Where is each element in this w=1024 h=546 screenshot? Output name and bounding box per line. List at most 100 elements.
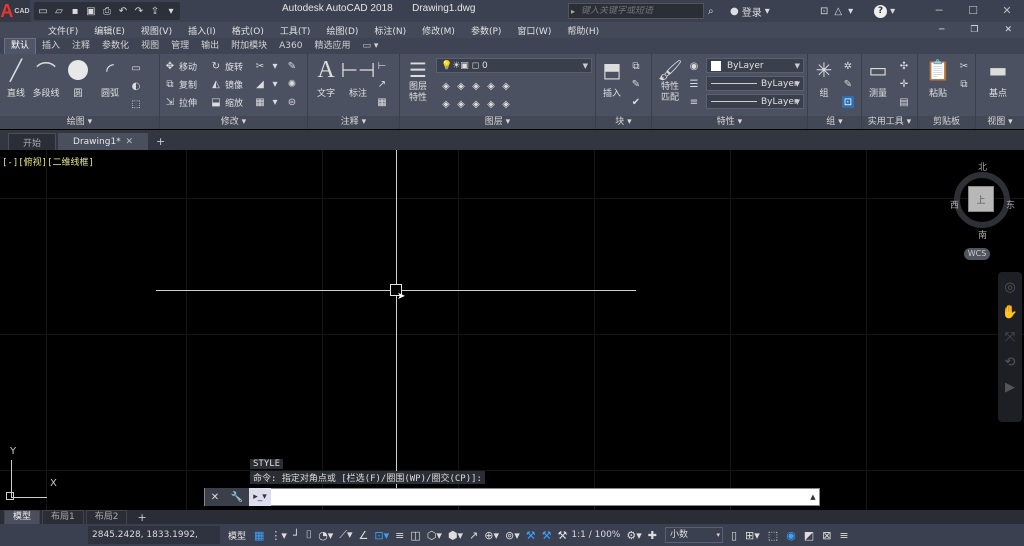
layer-thaw-icon[interactable]: ◈ xyxy=(470,98,482,110)
create-block-tool[interactable]: ⧉ xyxy=(630,58,642,74)
layer-freeze-icon[interactable]: ◈ xyxy=(470,80,482,92)
menu-edit[interactable]: 编辑(E) xyxy=(86,24,133,37)
open-file-icon[interactable]: ▱ xyxy=(54,6,64,17)
rotate-button[interactable]: ↻ 旋转 xyxy=(210,58,243,74)
annotation-scale[interactable]: 1:1 / 100% xyxy=(571,530,620,540)
file-tab-start[interactable]: 开始 xyxy=(8,133,57,150)
file-tab-drawing1[interactable]: Drawing1* ✕ xyxy=(58,133,149,150)
layer-match-icon[interactable]: ◈ xyxy=(500,80,512,92)
doc-restore-icon[interactable]: ❐ xyxy=(962,22,986,38)
panel-groups-title[interactable]: 组 ▾ xyxy=(808,116,861,129)
plot-icon[interactable]: ⎙ xyxy=(102,6,112,17)
save-icon[interactable]: ▪ xyxy=(70,6,80,17)
doc-close-icon[interactable]: ✕ xyxy=(996,22,1020,38)
move-button[interactable]: ✥ 移动 xyxy=(164,58,197,74)
fillet-button[interactable]: ◢ ▾ xyxy=(254,76,281,92)
coordinate-readout[interactable]: 2845.2428, 1833.1992, 0.0000 xyxy=(88,526,220,544)
menu-insert[interactable]: 插入(I) xyxy=(180,24,224,37)
match-properties-button[interactable]: 🖌 特性 匹配 xyxy=(654,58,686,104)
rectangle-tool[interactable]: ▭ xyxy=(130,60,142,76)
undo-icon[interactable]: ↶ xyxy=(118,6,128,17)
group-button[interactable]: ✳ 组 xyxy=(808,58,840,99)
insert-block-button[interactable]: ⬒ 插入 xyxy=(596,58,628,99)
new-file-icon[interactable]: ▭ xyxy=(38,6,48,17)
array-button[interactable]: ▦ ▾ xyxy=(254,94,281,110)
menu-view[interactable]: 视图(V) xyxy=(133,24,180,37)
layer-lock-icon[interactable]: ◈ xyxy=(485,80,497,92)
annotation-scale-icon[interactable]: ⚒ xyxy=(558,529,568,542)
auto-scale-icon[interactable]: ⚒ xyxy=(542,529,552,542)
compass-west[interactable]: 西 xyxy=(950,198,959,211)
annotation-monitor-icon[interactable]: ✚ xyxy=(648,529,657,542)
tab-a360[interactable]: A360 xyxy=(273,39,308,54)
showmotion-icon[interactable]: ▶ xyxy=(1005,380,1015,395)
boundary-tool[interactable]: ⬚ xyxy=(130,96,142,112)
lineweight-dropdown[interactable]: ByLayer ▼ xyxy=(706,94,804,109)
tab-manage[interactable]: 管理 xyxy=(165,39,195,54)
ungroup-tool[interactable]: ✲ xyxy=(842,58,854,74)
tab-addins[interactable]: 附加模块 xyxy=(225,39,273,54)
model-space-button[interactable]: 模型 xyxy=(224,529,250,542)
panel-utilities-title[interactable]: 实用工具 ▾ xyxy=(862,116,917,129)
menu-tools[interactable]: 工具(T) xyxy=(272,24,319,37)
object-snap-tracking-icon[interactable]: ∠ xyxy=(359,529,369,542)
customize-wrench-icon[interactable]: 🔧 xyxy=(231,492,243,503)
clean-screen-icon[interactable]: ◩ xyxy=(804,529,814,542)
menu-window[interactable]: 窗口(W) xyxy=(509,24,559,37)
close-command-line-icon[interactable]: ✕ xyxy=(211,492,219,503)
search-input[interactable] xyxy=(581,6,702,16)
maximize-icon[interactable]: ☐ xyxy=(956,0,990,22)
add-layout-plus-icon[interactable]: + xyxy=(129,511,154,524)
menu-modify[interactable]: 修改(M) xyxy=(414,24,463,37)
arc-button[interactable]: ◜ 圆弧 xyxy=(94,58,126,99)
line-button[interactable]: ╱ 直线 xyxy=(0,58,32,99)
ribbon-toggle-icon[interactable]: ▭ ▾ xyxy=(356,39,384,54)
layer-dropdown[interactable]: 💡☀▣ ◻ 0 ▼ xyxy=(436,58,592,73)
calculator-tool[interactable]: ▤ xyxy=(898,94,910,110)
trim-button[interactable]: ✂ ▾ xyxy=(254,58,281,74)
layer-on-icon[interactable]: ◈ xyxy=(440,98,452,110)
3d-osnap-icon[interactable]: ⬢▾ xyxy=(448,529,463,542)
layout-tab-layout2[interactable]: 布局2 xyxy=(85,509,128,525)
tab-output[interactable]: 输出 xyxy=(195,39,225,54)
zoom-extents-icon[interactable]: ⤧ xyxy=(1005,330,1015,345)
dimension-button[interactable]: ⊢⊣ 标注 xyxy=(341,58,376,99)
menu-parametric[interactable]: 参数(P) xyxy=(463,24,509,37)
group-edit-tool[interactable]: ✎ xyxy=(842,76,854,92)
menu-draw[interactable]: 绘图(D) xyxy=(318,24,366,37)
layer-off-icon[interactable]: ◈ xyxy=(440,80,452,92)
minimize-icon[interactable]: ─ xyxy=(922,0,956,22)
panel-annotation-title[interactable]: 注释 ▾ xyxy=(308,116,399,129)
stretch-button[interactable]: ⇲ 拉伸 xyxy=(164,94,197,110)
isolate-objects-icon[interactable]: ⬚ xyxy=(768,529,778,542)
application-menu-button[interactable]: A CAD xyxy=(0,0,30,22)
polyline-button[interactable]: ⌒ 多段线 xyxy=(30,58,62,100)
copy-clip-tool[interactable]: ⧉ xyxy=(958,76,970,92)
tab-insert[interactable]: 插入 xyxy=(36,39,66,54)
panel-modify-title[interactable]: 修改 ▾ xyxy=(160,116,307,129)
layer-unlock-icon[interactable]: ◈ xyxy=(485,98,497,110)
close-tab-icon[interactable]: ✕ xyxy=(125,137,133,147)
redo-icon[interactable]: ↷ xyxy=(134,6,144,17)
table-tool[interactable]: ▦ xyxy=(376,94,388,110)
layer-isolate-icon[interactable]: ◈ xyxy=(455,80,467,92)
isodraft-icon[interactable]: ⟋▾ xyxy=(339,528,352,542)
menu-help[interactable]: 帮助(H) xyxy=(559,24,607,37)
compass-east[interactable]: 东 xyxy=(1006,198,1015,211)
edit-block-tool[interactable]: ✎ xyxy=(630,76,642,92)
fullscreen-icon[interactable]: ⊠ xyxy=(822,529,831,542)
object-snap-icon[interactable]: ⊡▾ xyxy=(374,529,389,542)
gizmo-icon[interactable]: ⊚▾ xyxy=(505,529,520,542)
units-dropdown[interactable]: 小数 ▾ xyxy=(664,527,723,543)
selection-cycling-icon[interactable]: ⬡▾ xyxy=(427,529,442,542)
leader-tool[interactable]: ↗ xyxy=(376,76,388,92)
snap-mode-icon[interactable]: ⋮▾ xyxy=(270,529,287,542)
explode-button[interactable]: ✺ xyxy=(286,76,298,92)
dynamic-input-icon[interactable]: ⌷ xyxy=(306,528,313,542)
login-button[interactable]: ● 登录 ▾ xyxy=(730,3,770,19)
panel-block-title[interactable]: 块 ▾ xyxy=(596,116,651,129)
tab-view[interactable]: 视图 xyxy=(135,39,165,54)
layout-tab-layout1[interactable]: 布局1 xyxy=(42,509,84,525)
id-point-tool[interactable]: ✛ xyxy=(898,76,910,92)
autodesk-app-store-icon[interactable]: ⊡ xyxy=(820,6,828,17)
